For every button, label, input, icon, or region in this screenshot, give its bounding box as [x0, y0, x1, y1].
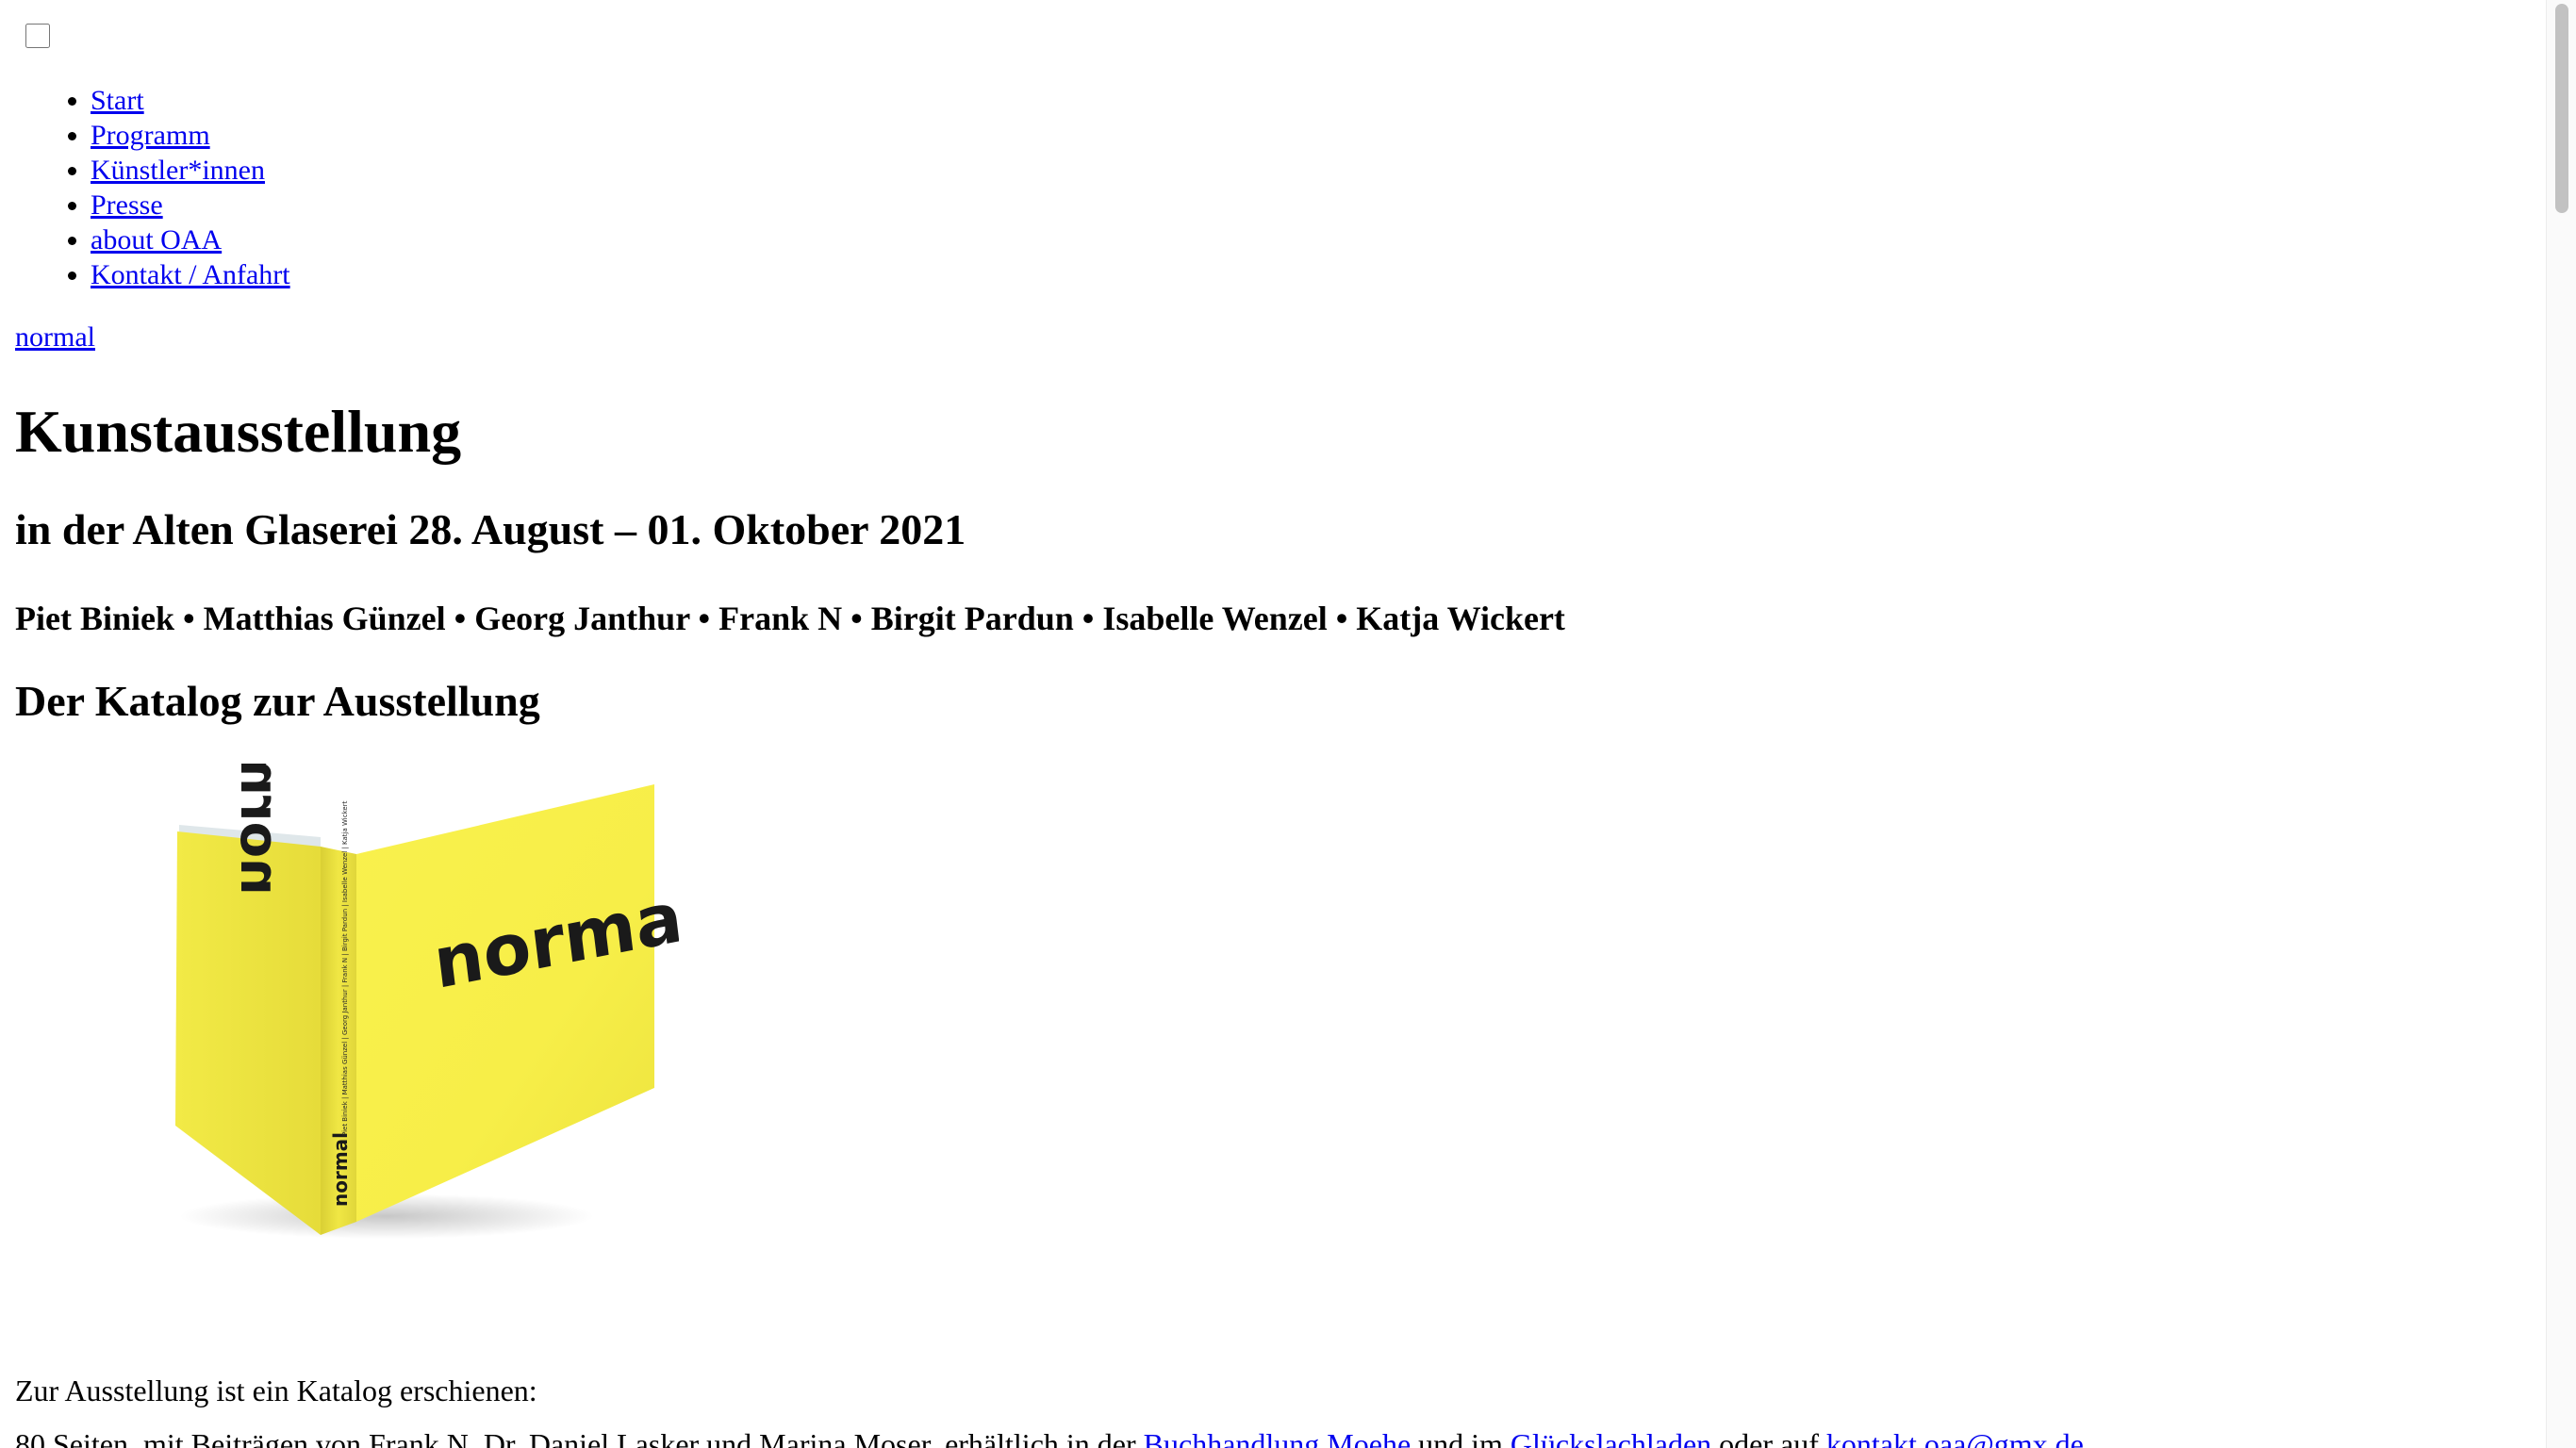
link-email[interactable]: kontakt.oaa@gmx.de — [1826, 1427, 2084, 1448]
nav-item-about: about OAA — [91, 222, 290, 257]
nav-item-programm: Programm — [91, 118, 290, 153]
nav-item-kuenstlerinnen: Künstler*innen — [91, 153, 290, 188]
book-front-cover — [356, 784, 654, 1222]
catalog-intro: Zur Ausstellung ist ein Katalog erschien… — [15, 1374, 537, 1407]
details-middle: und im — [1418, 1427, 1503, 1448]
catalog-details: 80 Seiten, mit Beiträgen von Frank N, Dr… — [15, 1425, 2084, 1448]
nav-item-start: Start — [91, 83, 290, 118]
book-spine-title: normal — [329, 1132, 352, 1207]
breadcrumb: normal — [15, 320, 95, 354]
exhibition-subtitle: in der Alten Glaserei 28. August – 01. O… — [15, 505, 966, 553]
nav-link-start[interactable]: Start — [91, 85, 144, 116]
nav-link-kontakt[interactable]: Kontakt / Anfahrt — [91, 259, 290, 290]
catalog-heading: Der Katalog zur Ausstellung — [15, 677, 540, 725]
page-title: Kunstausstellung — [15, 398, 462, 465]
details-prefix: 80 Seiten, mit Beiträgen von Frank N, Dr… — [15, 1427, 1136, 1448]
scrollbar-thumb[interactable] — [2555, 4, 2568, 213]
artist-list: Piet Biniek • Matthias Günzel • Georg Ja… — [15, 600, 1565, 637]
link-glueckslachladen[interactable]: Glückslachladen — [1511, 1427, 1711, 1448]
book-back-title: normal — [228, 764, 289, 896]
details-suffix: oder auf — [1719, 1427, 1819, 1448]
link-buchhandlung[interactable]: Buchhandlung Moehe — [1144, 1427, 1412, 1448]
vertical-scrollbar[interactable] — [2546, 0, 2576, 1448]
page: Start Programm Künstler*innen Presse abo… — [0, 0, 2546, 1448]
nav-link-about[interactable]: about OAA — [91, 224, 222, 255]
nav-link-programm[interactable]: Programm — [91, 120, 210, 151]
menu-toggle-checkbox[interactable] — [25, 24, 50, 48]
nav-item-presse: Presse — [91, 188, 290, 222]
book-spine-names: Piet Biniek | Matthias Günzel | Georg Ja… — [341, 800, 349, 1136]
nav-link-kuenstlerinnen[interactable]: Künstler*innen — [91, 155, 265, 186]
catalog-book-image: normal normal normal Piet Biniek | Matth… — [175, 764, 679, 1239]
nav-list: Start Programm Künstler*innen Presse abo… — [0, 83, 290, 292]
breadcrumb-link-normal[interactable]: normal — [15, 321, 95, 353]
nav-item-kontakt: Kontakt / Anfahrt — [91, 257, 290, 292]
main-nav: Start Programm Künstler*innen Presse abo… — [0, 83, 290, 292]
nav-link-presse[interactable]: Presse — [91, 189, 163, 221]
